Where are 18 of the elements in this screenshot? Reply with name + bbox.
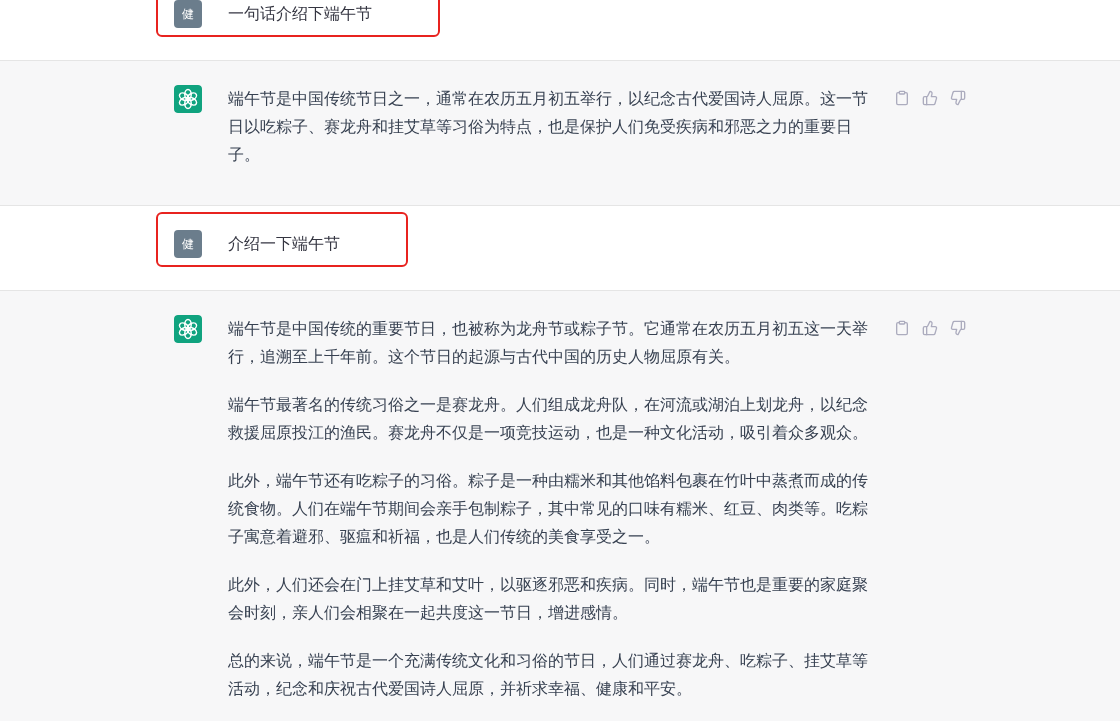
copy-icon[interactable] [894, 90, 910, 106]
answer-paragraph: 端午节是中国传统的重要节日，也被称为龙舟节或粽子节。它通常在农历五月初五这一天举行，追溯至上千年前。这个节日的起源与古代中国的历史人物屈原有关。 [228, 318, 869, 368]
answer-paragraph: 此外，人们还会在门上挂艾草和艾叶，以驱逐邪恶和疾病。同时，端午节也是重要的家庭聚会时刻，亲人们会相聚在一起共度这一节日，增进感情。 [228, 574, 869, 624]
answer-paragraph: 此外，端午节还有吃粽子的习俗。粽子是一种由糯米和其他馅料包裹在竹叶中蒸煮而成的传统食物。人们在端午节期间会亲手包制粽子，其中常见的口味有糯米、红豆、肉类等。吃粽子寓意着避邪、驱瘟和祈福，也是人们传统的美食享受之一。 [228, 470, 869, 548]
answer-paragraph: 端午节是中国传统节日之一，通常在农历五月初五举行，以纪念古代爱国诗人屈原。这一节日以吃粽子、赛龙舟和挂艾草等习俗为特点，也是保护人们免受疾病和邪恶之力的重要日子。 [228, 88, 869, 166]
user-avatar: 健 [174, 230, 202, 258]
answer-paragraph: 端午节最著名的传统习俗之一是赛龙舟。人们组成龙舟队，在河流或湖泊上划龙舟，以纪念救援屈原投江的渔民。赛龙舟不仅是一项竞技运动，也是一种文化活动，吸引着众多观众。 [228, 394, 869, 444]
user-message: 一句话介绍下端午节 [228, 3, 372, 25]
thumbs-down-icon[interactable] [950, 90, 966, 106]
thumbs-down-icon[interactable] [950, 320, 966, 336]
user-message: 介绍一下端午节 [228, 233, 340, 255]
logo-icon [174, 315, 202, 343]
answer-paragraph: 总的来说，端午节是一个充满传统文化和习俗的节日，人们通过赛龙舟、吃粽子、挂艾草等活动，纪念和庆祝古代爱国诗人屈原，并祈求幸福、健康和平安。 [228, 650, 869, 700]
user-avatar: 健 [174, 0, 202, 28]
logo-icon [174, 85, 202, 113]
thumbs-up-icon[interactable] [922, 90, 938, 106]
thumbs-up-icon[interactable] [922, 320, 938, 336]
copy-icon[interactable] [894, 320, 910, 336]
